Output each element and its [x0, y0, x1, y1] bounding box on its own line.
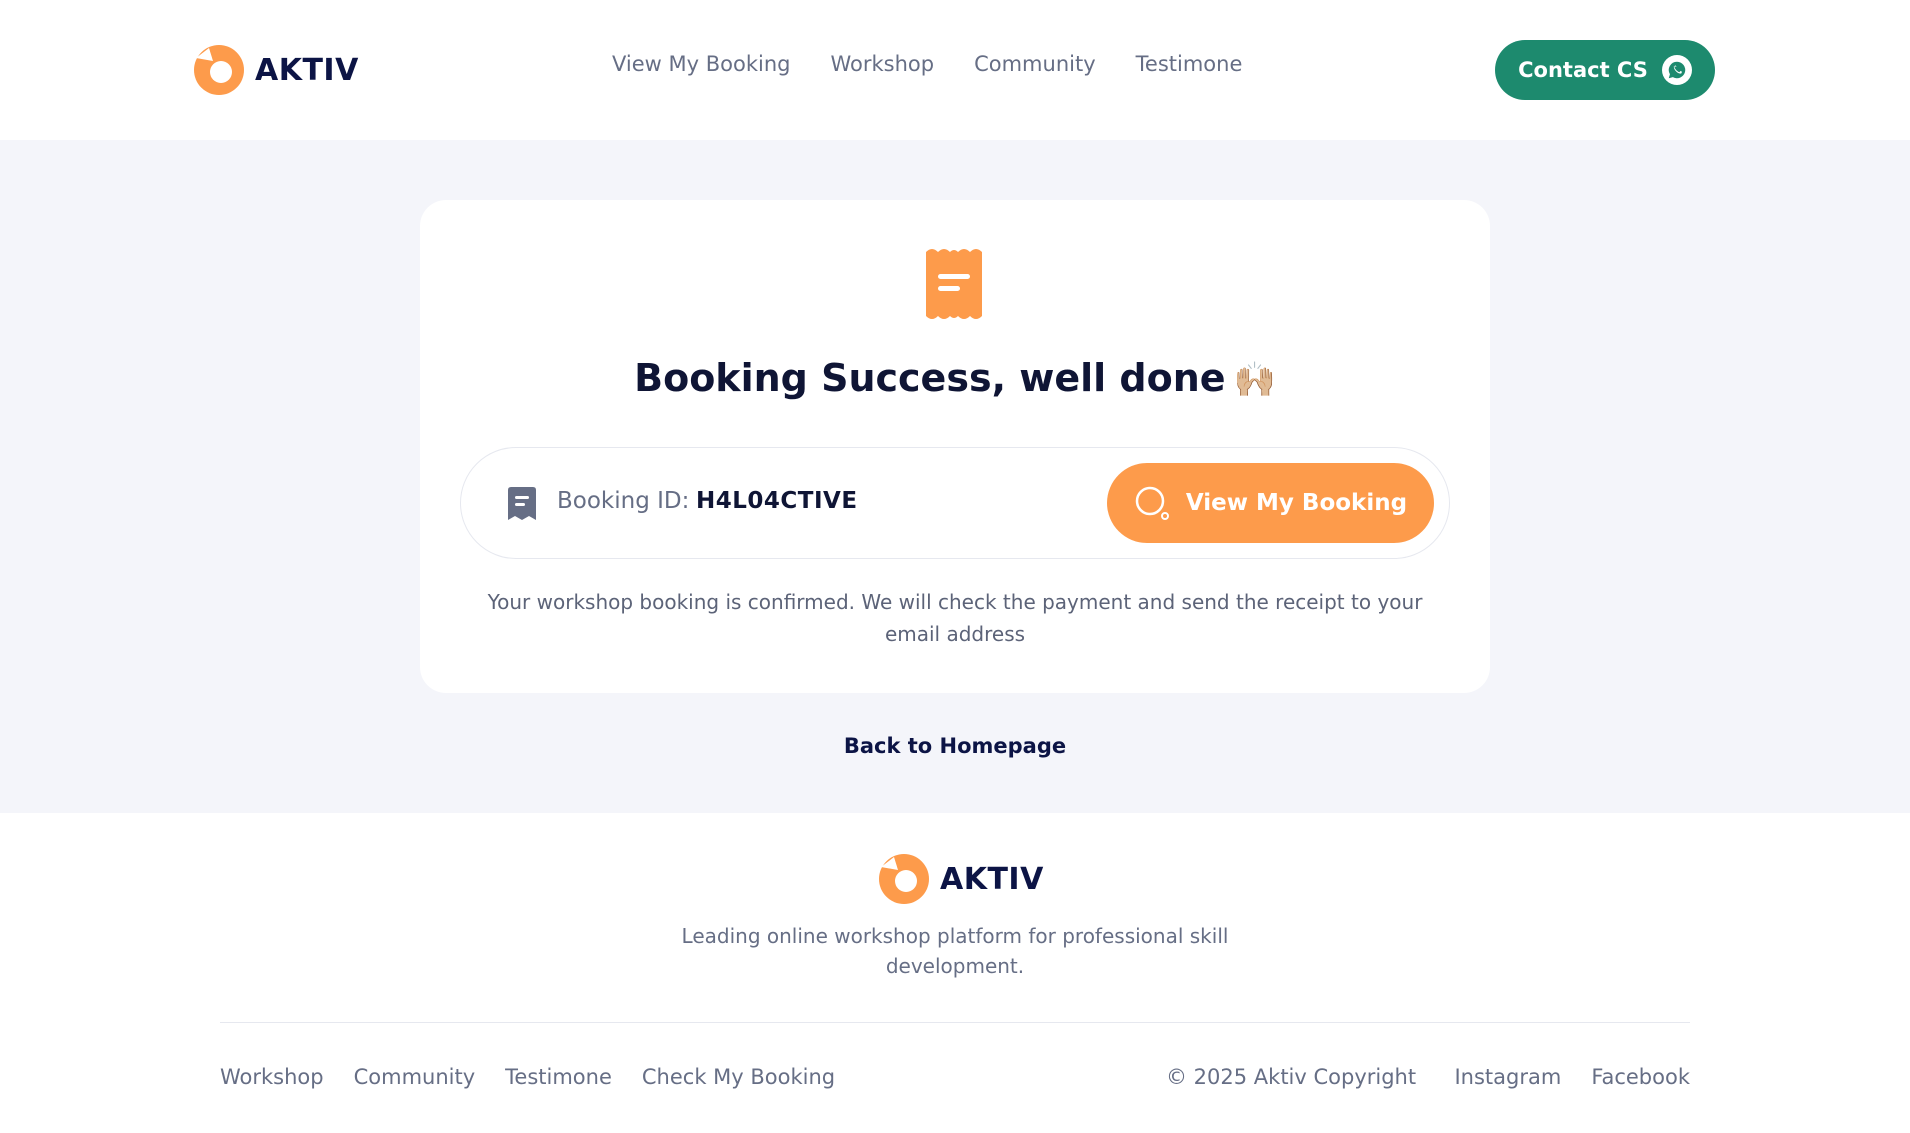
booking-id-label: Booking ID:	[557, 488, 690, 514]
aktiv-logo-icon	[194, 45, 244, 95]
main-area: Booking Success, well done 🙌🏼 Booking ID:…	[0, 140, 1910, 813]
title-text: Booking Success, well done	[634, 356, 1226, 400]
header-logo[interactable]: AKTIV	[193, 44, 359, 96]
whatsapp-icon	[1661, 55, 1692, 85]
contact-cs-label: Contact CS	[1518, 58, 1648, 82]
nav-testimone[interactable]: Testimone	[1136, 52, 1243, 76]
copyright-text: © 2025 Aktiv Copyright	[1166, 1065, 1417, 1089]
view-my-booking-label: View My Booking	[1185, 490, 1408, 516]
nav-community[interactable]: Community	[974, 52, 1096, 76]
contact-cs-button[interactable]: Contact CS	[1495, 40, 1715, 100]
footer-logo[interactable]: AKTIV	[878, 853, 1044, 905]
social-instagram-link[interactable]: Instagram	[1454, 1065, 1561, 1089]
social-facebook-link[interactable]: Facebook	[1591, 1065, 1690, 1089]
site-footer: AKTIV Leading online workshop platform f…	[0, 813, 1910, 1133]
footer-nav-check-my-booking[interactable]: Check My Booking	[642, 1065, 835, 1089]
social-links: Instagram Facebook	[1454, 1065, 1690, 1089]
nav-workshop[interactable]: Workshop	[830, 52, 934, 76]
footer-nav-testimone[interactable]: Testimone	[505, 1065, 612, 1089]
site-header: AKTIV View My Booking Workshop Community…	[0, 0, 1910, 140]
nav-view-my-booking[interactable]: View My Booking	[612, 52, 790, 76]
header-nav: View My Booking Workshop Community Testi…	[612, 52, 1242, 76]
brand-name: AKTIV	[255, 52, 359, 88]
raised-hands-emoji: 🙌🏼	[1233, 360, 1276, 400]
aktiv-logo-icon	[879, 854, 929, 904]
receipt-icon	[926, 249, 982, 319]
footer-nav: Workshop Community Testimone Check My Bo…	[220, 1065, 835, 1089]
booking-receipt-icon	[508, 487, 536, 520]
footer-divider	[220, 1022, 1690, 1023]
footer-nav-workshop[interactable]: Workshop	[220, 1065, 324, 1089]
booking-success-card: Booking Success, well done 🙌🏼 Booking ID:…	[420, 200, 1490, 693]
view-my-booking-button[interactable]: View My Booking	[1107, 463, 1434, 543]
booking-id-bar: Booking ID: H4L04CTIVE View My Booking	[460, 447, 1450, 559]
booking-id-value: H4L04CTIVE	[696, 488, 858, 514]
confirmation-message: Your workshop booking is confirmed. We w…	[487, 590, 1423, 646]
page-title: Booking Success, well done 🙌🏼	[420, 356, 1490, 400]
footer-nav-community[interactable]: Community	[354, 1065, 476, 1089]
search-icon	[1135, 486, 1169, 520]
footer-tagline: Leading online workshop platform for pro…	[681, 924, 1229, 978]
back-to-homepage-link[interactable]: Back to Homepage	[0, 734, 1910, 758]
footer-brand-name: AKTIV	[940, 861, 1044, 897]
